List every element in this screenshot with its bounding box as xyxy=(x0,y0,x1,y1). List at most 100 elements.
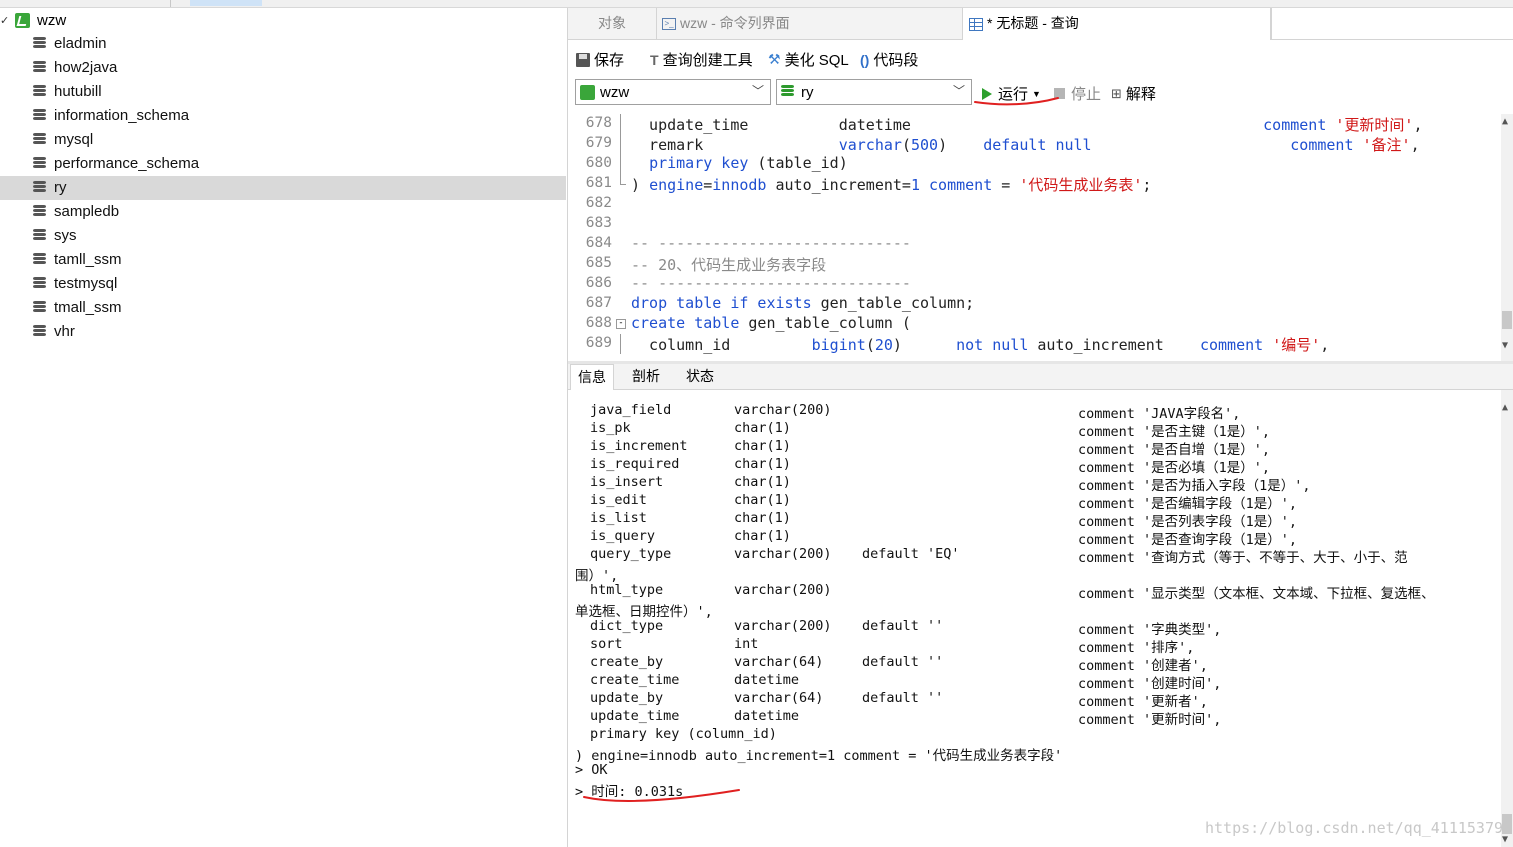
code-line[interactable]: 684 -- ---------------------------- xyxy=(568,234,1501,254)
beautify-sql-button[interactable]: ⚒ 美化 SQL xyxy=(768,49,849,70)
output-line: 围）', xyxy=(575,564,1495,584)
output-name: is_edit xyxy=(590,492,647,508)
line-number: 679 xyxy=(585,135,612,151)
code-line[interactable]: 679 remark varchar(500) default null com… xyxy=(568,134,1501,154)
code-line[interactable]: 680 primary key (table_id) xyxy=(568,154,1501,174)
chevron-down-icon: ﹀ xyxy=(751,84,764,98)
query-builder-button[interactable]: T 查询创建工具 xyxy=(650,49,753,70)
output-scrollbar[interactable]: ▲ ▼ xyxy=(1501,390,1513,847)
chevron-down-icon: ﹀ xyxy=(952,84,965,98)
query-table-icon xyxy=(969,17,983,31)
tree-database-item[interactable]: testmysql xyxy=(0,272,566,296)
top-divider xyxy=(170,0,171,7)
tree-database-item[interactable]: sampledb xyxy=(0,200,566,224)
code-line[interactable]: 685 -- 20、代码生成业务表字段 xyxy=(568,254,1501,274)
fold-gutter: - xyxy=(616,314,626,334)
output-cmt: comment '是否列表字段（1是）', xyxy=(1078,514,1298,530)
output-line: is_query char(1) comment '是否查询字段（1是）', xyxy=(575,528,1495,548)
explain-button[interactable]: ⊞ 解释 xyxy=(1111,83,1156,104)
database-icon xyxy=(33,181,46,195)
output-text: > OK xyxy=(575,762,608,778)
tree-database-item[interactable]: vhr xyxy=(0,320,566,344)
database-label: mysql xyxy=(54,131,94,148)
editor-scroll-thumb[interactable] xyxy=(1502,311,1512,329)
code-line[interactable]: 686 -- ---------------------------- xyxy=(568,274,1501,294)
output-cmt: comment '是否为插入字段（1是）', xyxy=(1078,478,1311,494)
output-cmt: comment '是否编辑字段（1是）', xyxy=(1078,496,1298,512)
output-cmt: comment '更新时间', xyxy=(1078,712,1222,728)
code-text: drop table if exists gen_table_column; xyxy=(631,294,975,312)
fold-gutter xyxy=(616,194,626,214)
tab-bar: 对象 >_ wzw - 命令列界面 * 无标题 - 查询 xyxy=(568,8,1513,40)
tree-database-item[interactable]: mysql xyxy=(0,128,566,152)
parentheses-icon: () xyxy=(860,51,870,68)
tree-database-item[interactable]: information_schema xyxy=(0,104,566,128)
output-type: char(1) xyxy=(734,528,791,544)
tab-query[interactable]: * 无标题 - 查询 xyxy=(963,8,1271,40)
tab-bar-empty xyxy=(1271,8,1513,39)
output-line: is_pk char(1) comment '是否主键（1是）', xyxy=(575,420,1495,440)
tree-database-item[interactable]: performance_schema xyxy=(0,152,566,176)
code-line[interactable]: 681) engine=innodb auto_increment=1 comm… xyxy=(568,174,1501,194)
query-panel: 对象 >_ wzw - 命令列界面 * 无标题 - 查询 保存 T 查询创建工具 ⚒… xyxy=(568,8,1513,847)
tab-profile[interactable]: 剖析 xyxy=(625,364,667,389)
tree-database-item[interactable]: tmall_ssm xyxy=(0,296,566,320)
tab-info[interactable]: 信息 xyxy=(570,364,614,391)
output-name: query_type xyxy=(590,546,672,562)
line-number: 687 xyxy=(585,295,612,311)
tab-status[interactable]: 状态 xyxy=(679,364,721,389)
save-button[interactable]: 保存 xyxy=(576,49,624,70)
tree-database-item[interactable]: how2java xyxy=(0,56,566,80)
code-line[interactable]: 683 xyxy=(568,214,1501,234)
tree-database-item[interactable]: sys xyxy=(0,224,566,248)
connection-select[interactable]: wzw ﹀ xyxy=(575,79,771,105)
tree-database-item[interactable]: tamll_ssm xyxy=(0,248,566,272)
scroll-up-icon[interactable]: ▲ xyxy=(1502,402,1508,413)
code-line[interactable]: 678 update_time datetime comment '更新时间', xyxy=(568,114,1501,134)
line-number: 688 xyxy=(585,315,612,331)
output-type: char(1) xyxy=(734,420,791,436)
output-cmt: comment '是否主键（1是）', xyxy=(1078,424,1271,440)
line-number: 684 xyxy=(585,235,612,251)
output-name: dict_type xyxy=(590,618,664,634)
output-line: > OK xyxy=(575,762,1495,780)
line-number: 683 xyxy=(585,215,612,231)
tree-database-item[interactable]: hutubill xyxy=(0,80,566,104)
database-select[interactable]: ry ﹀ xyxy=(776,79,972,105)
fold-gutter xyxy=(616,294,626,314)
result-tab-bar: 信息 剖析 状态 xyxy=(568,364,1513,391)
output-line: is_insert char(1) comment '是否为插入字段（1是）', xyxy=(575,474,1495,494)
editor-scrollbar[interactable]: ▲ ▼ xyxy=(1501,114,1513,361)
tab-objects[interactable]: 对象 xyxy=(568,8,657,39)
sql-editor[interactable]: 678 update_time datetime comment '更新时间',… xyxy=(568,114,1513,361)
output-scroll-thumb[interactable] xyxy=(1502,814,1512,834)
output-line: update_by varchar(64) default '' comment '更… xyxy=(575,690,1495,710)
output-cmt: comment '是否必填（1是）', xyxy=(1078,460,1271,476)
code-line[interactable]: 687 drop table if exists gen_table_column… xyxy=(568,294,1501,314)
code-line[interactable]: 688- create table gen_table_column ( xyxy=(568,314,1501,334)
terminal-icon: >_ xyxy=(662,18,676,31)
tree-connection-wzw[interactable]: ✓ wzw xyxy=(0,10,566,32)
output-name: primary key (column_id) xyxy=(590,726,777,742)
output-type: datetime xyxy=(734,708,800,724)
code-line[interactable]: 682 xyxy=(568,194,1501,214)
tree-database-item[interactable]: eladmin xyxy=(0,32,566,56)
output-name: update_by xyxy=(590,690,664,706)
chevron-down-icon[interactable]: ✓ xyxy=(0,14,9,27)
output-cmt: comment '排序', xyxy=(1078,640,1195,656)
tab-command-line[interactable]: >_ wzw - 命令列界面 xyxy=(656,8,963,39)
database-icon xyxy=(33,61,46,75)
database-label: tamll_ssm xyxy=(54,251,122,268)
output-name: is_query xyxy=(590,528,656,544)
database-label: sampledb xyxy=(54,203,120,220)
fold-gutter xyxy=(616,154,626,174)
fold-gutter xyxy=(616,334,626,354)
scroll-down-icon[interactable]: ▼ xyxy=(1502,340,1508,351)
explain-label: 解释 xyxy=(1125,86,1156,103)
code-text: column_id bigint(20) not null auto_incre… xyxy=(631,336,1330,354)
tree-database-item[interactable]: ry xyxy=(0,176,566,200)
scroll-up-icon[interactable]: ▲ xyxy=(1502,116,1508,127)
fold-gutter xyxy=(616,274,626,294)
code-line[interactable]: 689 column_id bigint(20) not null auto_i… xyxy=(568,334,1501,354)
code-snippet-button[interactable]: () 代码段 xyxy=(860,49,918,70)
